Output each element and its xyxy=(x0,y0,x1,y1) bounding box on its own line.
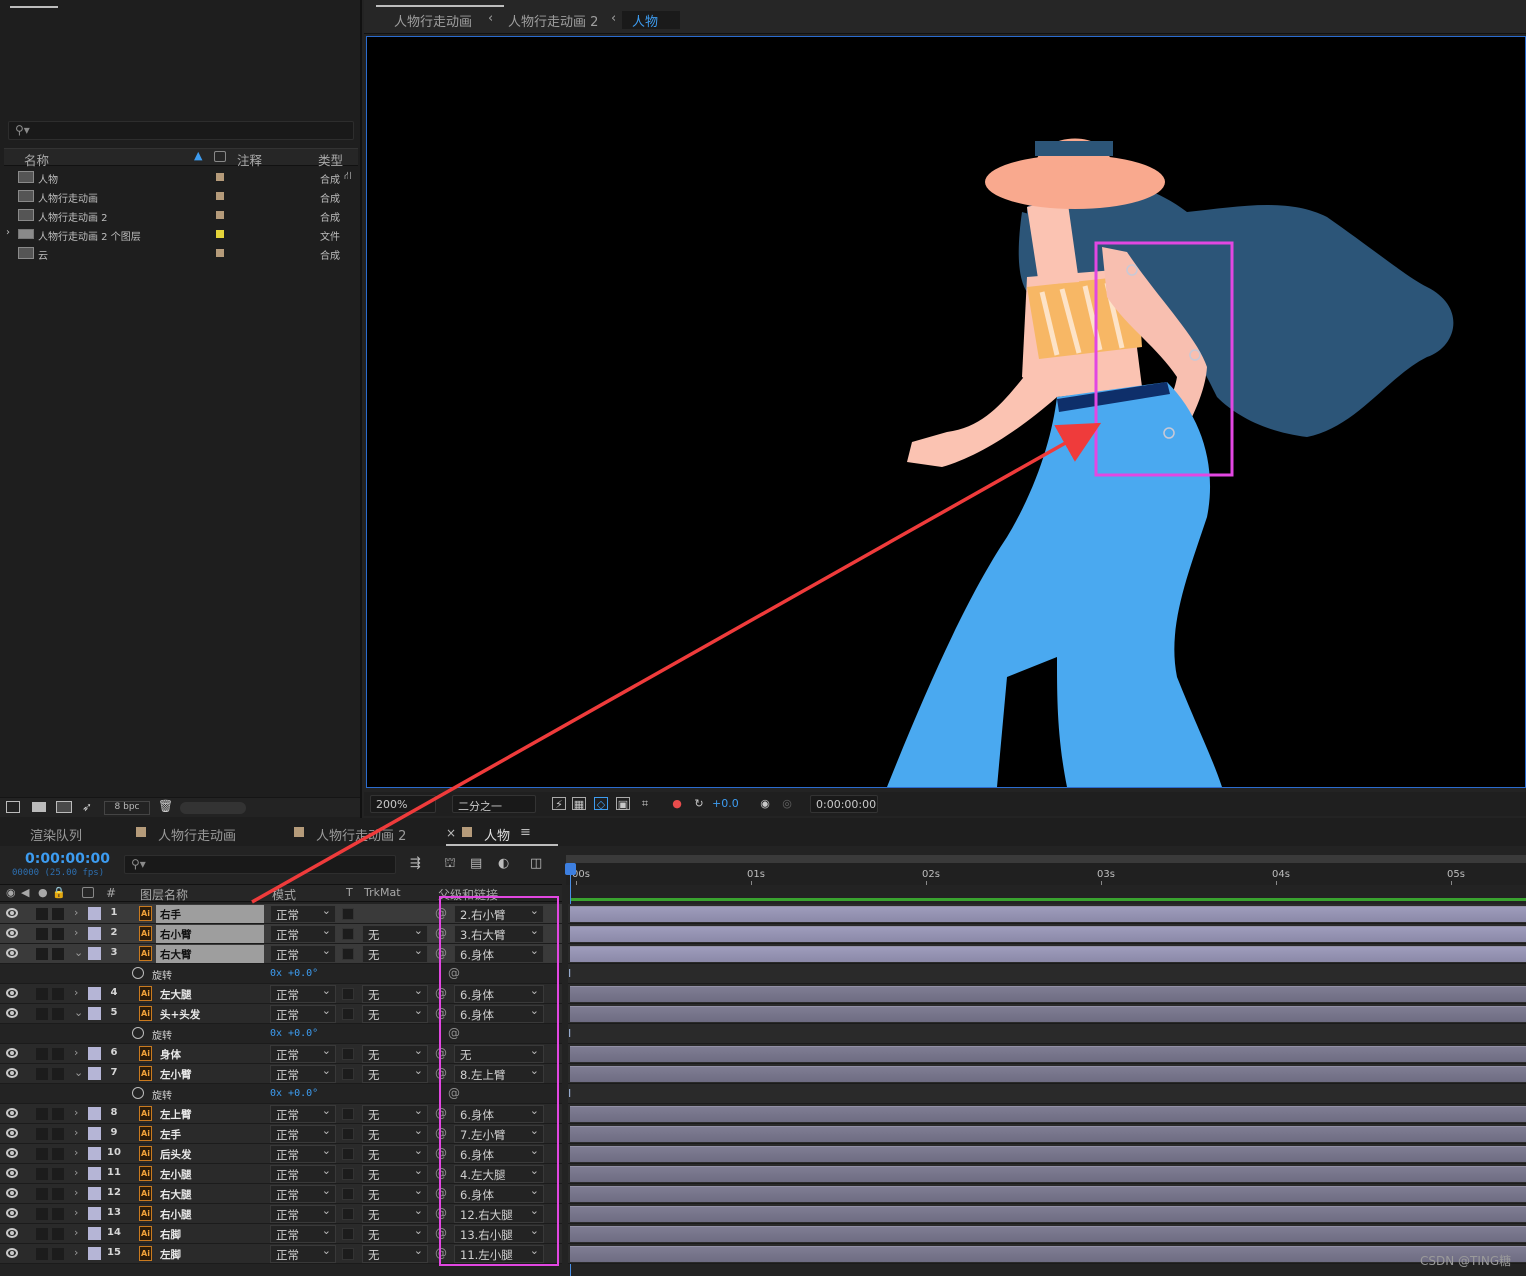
annotation-arrow xyxy=(251,422,1102,904)
watermark-credit: CSDN @TING糖 xyxy=(1420,1254,1512,1268)
